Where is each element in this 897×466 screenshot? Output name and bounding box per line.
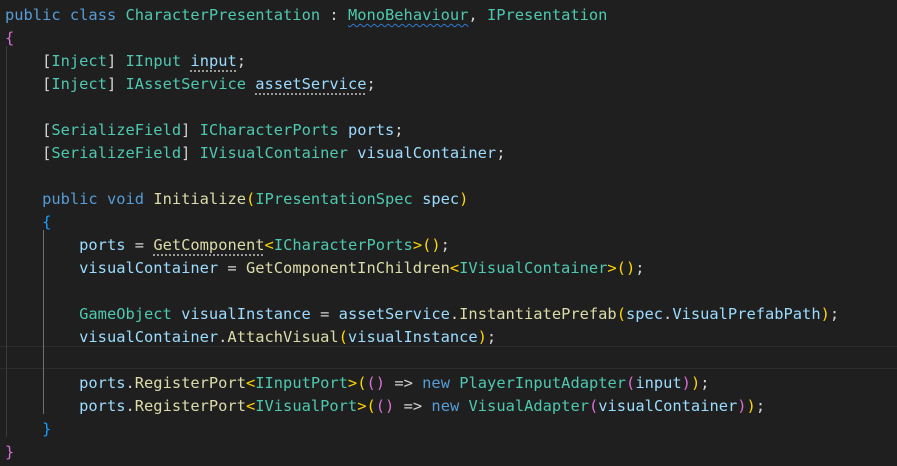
code-line[interactable]: visualContainer = GetComponentInChildren… bbox=[5, 257, 644, 280]
code-editor[interactable]: public class CharacterPresentation : Mon… bbox=[0, 0, 897, 466]
code-line[interactable]: [SerializeField] ICharacterPorts ports; bbox=[5, 119, 403, 142]
code-line[interactable]: ports = GetComponent<ICharacterPorts>(); bbox=[5, 234, 450, 257]
code-line[interactable]: ports.RegisterPort<IInputPort>(() => new… bbox=[5, 372, 709, 395]
code-line[interactable]: } bbox=[5, 441, 14, 464]
code-line[interactable]: visualContainer.AttachVisual(visualInsta… bbox=[5, 326, 496, 349]
code-line[interactable]: ports.RegisterPort<IVisualPort>(() => ne… bbox=[5, 395, 765, 418]
code-line[interactable]: [SerializeField] IVisualContainer visual… bbox=[5, 142, 505, 165]
code-line[interactable]: { bbox=[5, 211, 51, 234]
code-line[interactable]: } bbox=[5, 418, 51, 441]
code-line[interactable]: GameObject visualInstance = assetService… bbox=[5, 303, 839, 326]
code-line[interactable]: [Inject] IInput input; bbox=[5, 50, 246, 73]
current-line-highlight bbox=[0, 346, 897, 369]
code-line[interactable]: public class CharacterPresentation : Mon… bbox=[5, 4, 607, 27]
code-line[interactable]: { bbox=[5, 27, 14, 50]
code-line[interactable]: [Inject] IAssetService assetService; bbox=[5, 73, 376, 96]
code-line[interactable]: public void Initialize(IPresentationSpec… bbox=[5, 188, 468, 211]
